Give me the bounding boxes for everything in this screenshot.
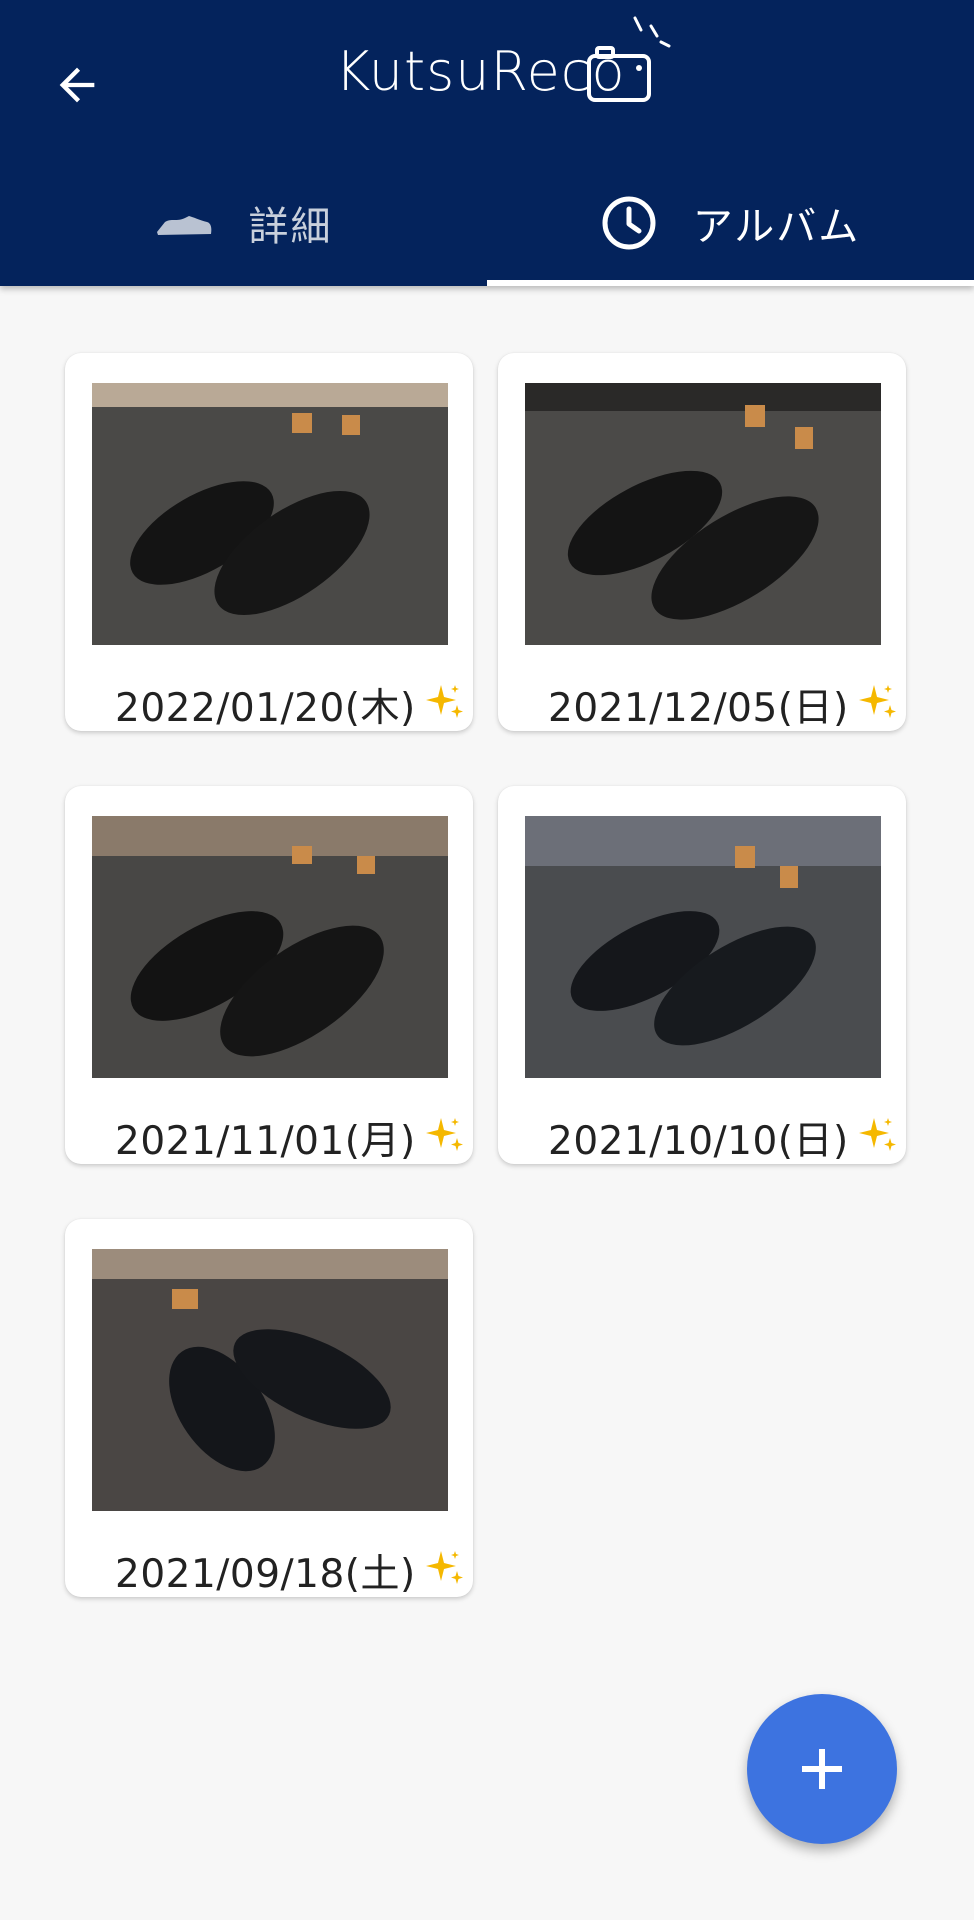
camera-icon — [587, 16, 671, 102]
album-date: 2021/10/10(日) — [548, 1119, 849, 1164]
album-date: 2021/11/01(月) — [115, 1119, 416, 1164]
app-bar: KutsuReco 詳細 アルバム — [0, 0, 974, 286]
tab-album[interactable]: アルバム — [487, 160, 974, 286]
logo-text: KutsuReco — [335, 40, 626, 103]
shoe-photo — [525, 816, 881, 1078]
back-button[interactable] — [42, 50, 112, 120]
album-date: 2022/01/20(木) — [115, 686, 416, 731]
active-tab-indicator — [487, 280, 974, 286]
album-card[interactable]: 2021/11/01(月) — [65, 786, 473, 1164]
app-logo: KutsuReco — [335, 14, 675, 114]
clock-icon — [602, 196, 656, 250]
sparkle-icon — [426, 1551, 463, 1584]
tab-album-label: アルバム — [692, 204, 861, 250]
shoe-photo — [525, 383, 881, 645]
tab-detail-label: 詳細 — [248, 204, 333, 250]
album-card[interactable]: 2021/09/18(土) — [65, 1219, 473, 1597]
album-card[interactable]: 2021/12/05(日) — [498, 353, 906, 731]
tab-detail[interactable]: 詳細 — [0, 160, 487, 286]
album-card[interactable]: 2021/10/10(日) — [498, 786, 906, 1164]
shoe-icon — [156, 216, 211, 235]
shoe-photo — [92, 1249, 448, 1511]
sparkle-icon — [426, 1118, 463, 1151]
sparkle-icon — [859, 685, 896, 718]
shoe-photo — [92, 816, 448, 1078]
add-record-button[interactable] — [747, 1694, 897, 1844]
album-grid: 2022/01/20(木) 2021/12/05(日) 2021/11/01(月… — [0, 0, 974, 1920]
shoe-photo — [92, 383, 448, 645]
sparkle-icon — [859, 1118, 896, 1151]
album-date: 2021/12/05(日) — [548, 686, 849, 731]
arrow-left-icon — [59, 67, 95, 103]
plus-icon — [802, 1749, 842, 1789]
album-card[interactable]: 2022/01/20(木) — [65, 353, 473, 731]
album-date: 2021/09/18(土) — [115, 1552, 416, 1597]
sparkle-icon — [426, 685, 463, 718]
